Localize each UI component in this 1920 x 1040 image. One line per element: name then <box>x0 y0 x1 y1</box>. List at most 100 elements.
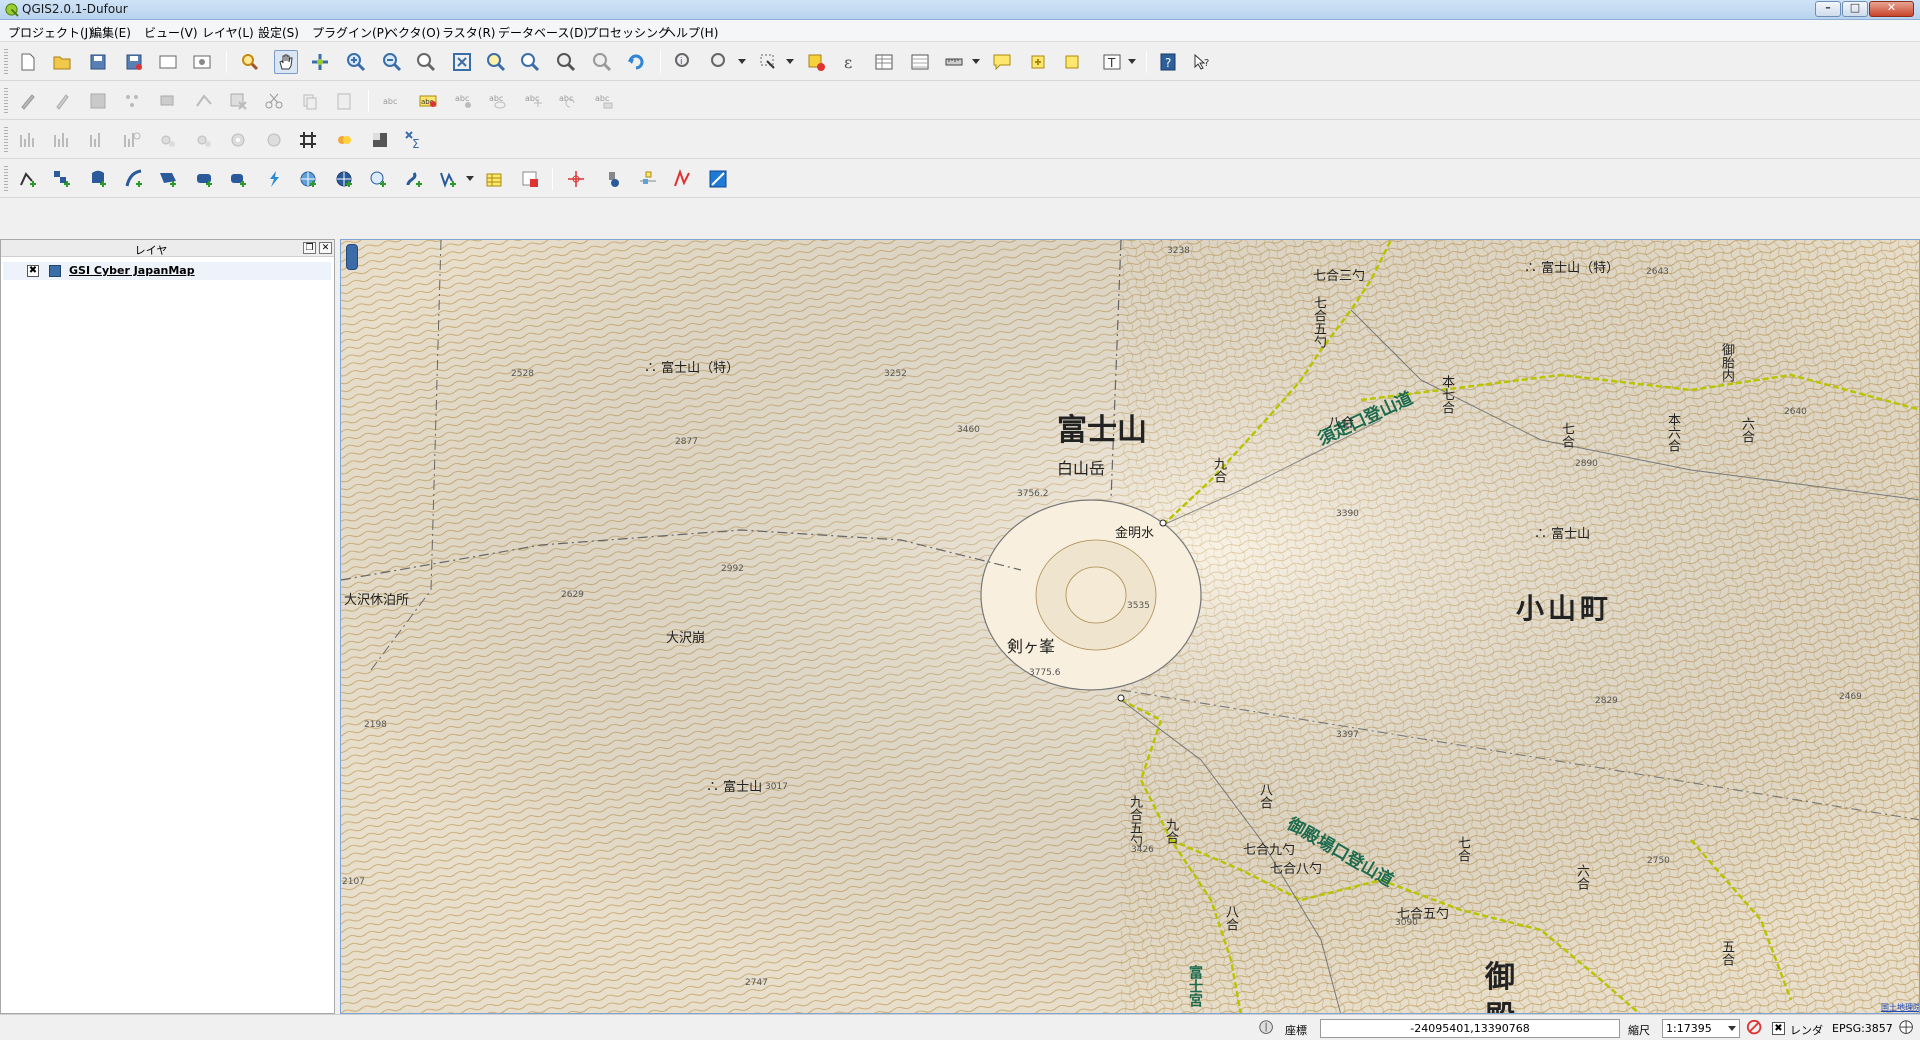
refresh-button[interactable] <box>624 50 648 74</box>
reshape-button[interactable] <box>296 128 320 152</box>
select-features-button[interactable] <box>708 50 732 74</box>
pan-map-button[interactable] <box>274 50 298 74</box>
save-as-button[interactable] <box>122 50 146 74</box>
menu-settings[interactable]: 設定(S) <box>258 24 299 41</box>
measure-dropdown-arrow[interactable] <box>972 59 980 64</box>
add-ring-button[interactable] <box>120 128 144 152</box>
rotate-label-button[interactable]: abc <box>556 89 580 113</box>
identify-button[interactable]: i <box>672 50 696 74</box>
menu-database[interactable]: データベース(D) <box>498 24 588 41</box>
toggle-editing-button[interactable] <box>50 89 74 113</box>
cut-features-button[interactable] <box>262 89 286 113</box>
expression-select-button[interactable]: ε <box>838 50 862 74</box>
menu-raster[interactable]: ラスタ(R) <box>442 24 495 41</box>
toolbar-grip[interactable] <box>4 88 8 114</box>
map-navigation-handle[interactable] <box>346 244 358 270</box>
remove-layer-button[interactable] <box>518 167 542 191</box>
new-print-composer-button[interactable] <box>156 50 180 74</box>
render-checkbox[interactable]: ✖ <box>1772 1022 1785 1035</box>
save-project-button[interactable] <box>86 50 110 74</box>
log-messages-icon[interactable] <box>1898 1019 1918 1038</box>
show-bookmarks-button[interactable] <box>1060 50 1084 74</box>
menu-project[interactable]: プロジェクト(J) <box>8 24 93 41</box>
select-dropdown-arrow[interactable] <box>738 59 746 64</box>
menu-plugins[interactable]: プラグイン(P) <box>312 24 389 41</box>
change-label-button[interactable]: abc <box>592 89 616 113</box>
composer-manager-button[interactable] <box>190 50 214 74</box>
menu-vector[interactable]: ベクタ(O) <box>386 24 440 41</box>
simplify-feature-button[interactable] <box>86 128 110 152</box>
toolbar-grip[interactable] <box>4 49 8 75</box>
paste-features-button[interactable] <box>332 89 356 113</box>
add-oracle-layer-button[interactable] <box>192 167 216 191</box>
new-spatialite-layer-button[interactable] <box>482 167 506 191</box>
add-spatialite-layer-button[interactable] <box>122 167 146 191</box>
offset-curve-button[interactable] <box>332 128 356 152</box>
copy-features-button[interactable] <box>298 89 322 113</box>
pin-labels-button[interactable]: abc <box>416 89 440 113</box>
toolbar-grip[interactable] <box>4 127 8 153</box>
open-project-button[interactable] <box>50 50 74 74</box>
menu-edit[interactable]: 編集(E) <box>90 24 131 41</box>
coordinate-toggle-icon[interactable] <box>1258 1019 1278 1038</box>
touch-zoom-button[interactable] <box>308 50 332 74</box>
move-label-button[interactable]: abc <box>522 89 546 113</box>
zoom-in-button[interactable] <box>344 50 368 74</box>
split-features-button[interactable] <box>368 128 392 152</box>
add-vector-layer-button[interactable] <box>16 167 40 191</box>
layer-name[interactable]: GSI Cyber JapanMap <box>69 264 195 277</box>
layer-visibility-checkbox[interactable]: ✖ <box>27 265 39 277</box>
add-feature-button[interactable] <box>120 89 144 113</box>
add-mssql-layer-button[interactable] <box>156 167 180 191</box>
annotation-dropdown-arrow[interactable] <box>1128 59 1136 64</box>
undo-button[interactable] <box>16 128 40 152</box>
plugin-tool-button[interactable] <box>600 167 624 191</box>
delete-ring-button[interactable] <box>226 128 250 152</box>
node-tool-button[interactable] <box>192 89 216 113</box>
add-postgis-layer-button[interactable] <box>86 167 110 191</box>
add-wfs-layer-button[interactable] <box>332 167 356 191</box>
pan-to-selection-button[interactable] <box>238 50 262 74</box>
add-db2-layer-button[interactable] <box>226 167 250 191</box>
redo-button[interactable] <box>50 128 74 152</box>
add-wms-layer-button[interactable] <box>262 167 286 191</box>
coordinate-capture-button[interactable] <box>636 167 660 191</box>
map-credit[interactable]: 国土地理院 <box>1881 1002 1919 1013</box>
close-button[interactable]: ✕ <box>1869 1 1914 17</box>
add-raster-layer-button[interactable] <box>50 167 74 191</box>
move-feature-button[interactable] <box>156 89 180 113</box>
coordinate-field[interactable]: -24095401,13390768 <box>1320 1019 1620 1038</box>
zoom-last-button[interactable] <box>554 50 578 74</box>
float-panel-icon[interactable]: ❐ <box>303 242 316 254</box>
attribute-table-button[interactable] <box>872 50 896 74</box>
zoom-to-selection-button[interactable] <box>484 50 508 74</box>
zoom-next-button[interactable] <box>590 50 614 74</box>
help-contents-button[interactable]: ? <box>1156 50 1180 74</box>
menu-processing[interactable]: プロセッシング <box>586 24 670 41</box>
fill-ring-button[interactable] <box>192 128 216 152</box>
zoom-actual-size-button[interactable] <box>414 50 438 74</box>
scale-combobox[interactable]: 1:17395 <box>1662 1019 1740 1038</box>
maximize-button[interactable]: □ <box>1842 1 1868 17</box>
statistics-button[interactable]: Σ <box>402 128 426 152</box>
add-delimited-text-button[interactable] <box>366 167 390 191</box>
add-wcs-layer-button[interactable] <box>296 167 320 191</box>
delete-part-button[interactable] <box>262 128 286 152</box>
menu-layer[interactable]: レイヤ(L) <box>202 24 254 41</box>
map-canvas[interactable]: 富士山 白山岳 金明水 剣ヶ峯 小山町 大沢休泊所 大沢崩 ∴ 富士山（特） ∴… <box>340 239 1920 1014</box>
show-hide-labels-button[interactable]: abc <box>486 89 510 113</box>
add-gps-layer-button[interactable] <box>402 167 426 191</box>
map-tips-button[interactable] <box>990 50 1014 74</box>
layer-row[interactable]: ✖ GSI Cyber JapanMap <box>3 262 331 280</box>
deselect-button[interactable] <box>804 50 828 74</box>
add-part-button[interactable] <box>156 128 180 152</box>
close-panel-icon[interactable]: ✕ <box>319 242 332 254</box>
minimize-button[interactable]: – <box>1815 1 1841 17</box>
stop-render-icon[interactable] <box>1746 1019 1766 1038</box>
road-graph-button[interactable] <box>670 167 694 191</box>
measure-button[interactable] <box>942 50 966 74</box>
layer-labeling-button[interactable]: abc <box>380 89 404 113</box>
whats-this-button[interactable]: ? <box>1190 50 1214 74</box>
menu-view[interactable]: ビュー(V) <box>144 24 198 41</box>
select-tool-dropdown-arrow[interactable] <box>786 59 794 64</box>
